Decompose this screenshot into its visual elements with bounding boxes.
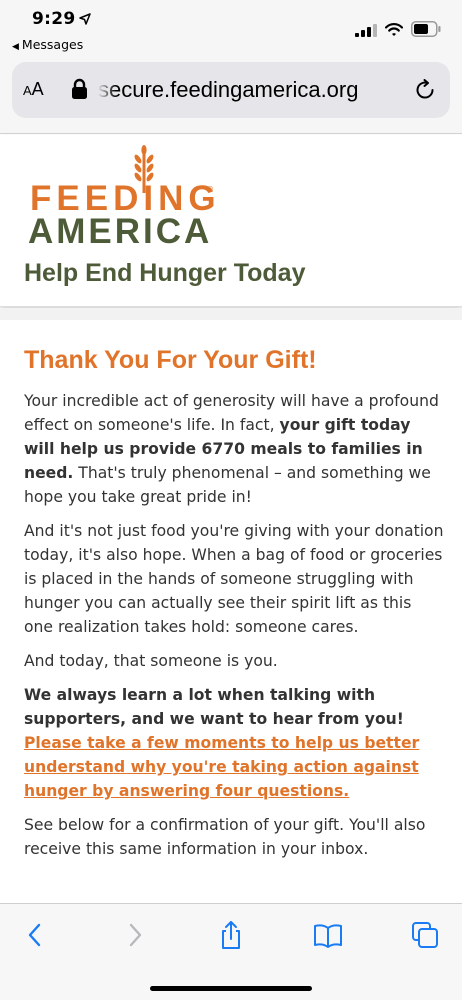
reader-text-size-button[interactable]: AA — [23, 79, 44, 100]
address-bar[interactable]: AA secure.feedingamerica.org — [12, 62, 450, 118]
back-triangle-icon: ◀ — [12, 42, 19, 52]
survey-intro-bold: We always learn a lot when talking with … — [24, 686, 404, 728]
back-app-label: Messages — [21, 37, 84, 52]
paragraph-confirmation: See below for a confirmation of your gif… — [24, 816, 426, 858]
header-tagline: Help End Hunger Today — [24, 259, 306, 287]
survey-link[interactable]: Please take a few moments to help us bet… — [24, 734, 419, 800]
back-icon[interactable] — [20, 920, 50, 950]
safari-page: 9:29 ◀ Messages AA secure.feedingamerica… — [0, 0, 462, 1000]
safari-toolbar — [0, 903, 462, 1000]
home-indicator[interactable] — [150, 986, 312, 991]
forward-icon[interactable] — [120, 920, 150, 950]
impact-text-end: That's truly phenomenal – and something … — [24, 464, 431, 506]
page-title: Thank You For Your Gift! — [24, 346, 317, 374]
lock-icon — [72, 78, 87, 99]
thank-you-content: Thank You For Your Gift! Your incredible… — [24, 346, 444, 871]
paragraph-survey: We always learn a lot when talking with … — [24, 683, 444, 803]
back-to-messages[interactable]: ◀ Messages — [12, 37, 83, 52]
wifi-icon — [385, 23, 403, 36]
logo-registered-mark: ® — [206, 185, 214, 194]
tabs-icon[interactable] — [410, 920, 440, 950]
text-size-small-label: A — [23, 83, 32, 98]
url-text: secure.feedingamerica.org — [98, 77, 359, 102]
feeding-america-logo[interactable]: FEEDING ® AMERICA — [26, 143, 216, 250]
text-size-big-label: A — [31, 79, 44, 99]
bookmarks-icon[interactable] — [313, 920, 343, 950]
address-bar-area: AA secure.feedingamerica.org — [0, 56, 462, 134]
cellular-signal-icon — [355, 24, 377, 37]
paragraph-impact: Your incredible act of generosity will h… — [24, 389, 444, 509]
site-header: FEEDING ® AMERICA Help End Hunger Today — [0, 135, 462, 307]
paragraph-someone: And today, that someone is you. — [24, 652, 278, 670]
status-bar: 9:29 ◀ Messages — [0, 0, 462, 56]
header-divider — [0, 308, 462, 320]
battery-icon — [411, 21, 441, 37]
paragraph-hope: And it's not just food you're giving wit… — [24, 522, 444, 636]
location-arrow-icon — [79, 13, 91, 25]
url-fade — [98, 74, 116, 106]
status-time: 9:29 — [32, 9, 76, 29]
reload-icon[interactable] — [414, 79, 436, 101]
logo-word-america: AMERICA — [28, 212, 213, 251]
share-icon[interactable] — [216, 920, 246, 950]
